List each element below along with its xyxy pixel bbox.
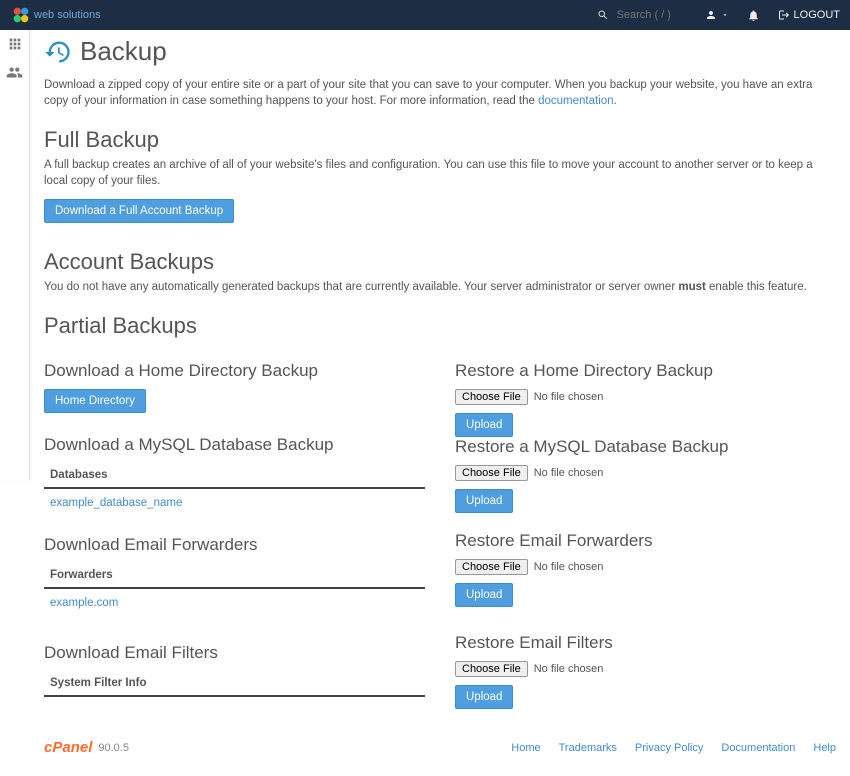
rs-mysql-choose-file[interactable]: Choose File [455,465,528,481]
user-menu[interactable] [705,9,729,21]
dl-filters-heading: Download Email Filters [44,643,425,663]
footer-link-help[interactable]: Help [813,742,836,754]
rail-users-button[interactable] [6,64,23,81]
logout-button[interactable]: LOGOUT [778,9,840,21]
logo-text: web solutions [34,9,101,21]
footer-link-trademarks[interactable]: Trademarks [559,742,617,754]
rs-mysql-nofile: No file chosen [534,467,604,479]
database-link[interactable]: example_database_name [50,497,182,509]
search-input[interactable] [617,9,687,21]
rs-home-heading: Restore a Home Directory Backup [455,361,836,381]
filters-th: System Filter Info [44,671,425,697]
account-backups-heading: Account Backups [44,249,836,275]
topbar: web solutions LOGOUT [0,0,850,30]
footer-link-privacy[interactable]: Privacy Policy [635,742,703,754]
backup-icon [44,38,72,66]
rs-flt-choose-file[interactable]: Choose File [455,661,528,677]
dl-home-heading: Download a Home Directory Backup [44,361,425,381]
rail-apps-button[interactable] [7,36,23,52]
intro-text: Download a zipped copy of your entire si… [44,77,836,109]
dl-home-button[interactable]: Home Directory [44,389,146,413]
search-box[interactable] [597,9,687,21]
forwarder-row: example.com [44,589,425,617]
brand-logo[interactable]: web solutions [10,0,101,30]
user-icon [705,9,717,21]
database-row: example_database_name [44,489,425,517]
main-content: Backup Download a zipped copy of your en… [30,30,850,729]
dl-mysql-heading: Download a MySQL Database Backup [44,435,425,455]
footer-version: 90.0.5 [98,742,129,754]
grid-icon [7,36,23,52]
page-title: Backup [44,36,836,67]
download-column: Download a Home Directory Backup Home Di… [44,347,425,709]
logo-icon [10,4,32,26]
rs-fwd-choose-file[interactable]: Choose File [455,559,528,575]
bell-icon [747,9,760,22]
forwarder-link[interactable]: example.com [50,597,118,609]
users-icon [6,64,23,81]
page-title-text: Backup [80,36,167,67]
chevron-down-icon [721,11,729,19]
rs-flt-heading: Restore Email Filters [455,633,836,653]
rs-fwd-upload-button[interactable]: Upload [455,583,513,607]
rs-home-choose-file[interactable]: Choose File [455,389,528,405]
rs-fwd-heading: Restore Email Forwarders [455,531,836,551]
rs-home-nofile: No file chosen [534,391,604,403]
dl-fwd-heading: Download Email Forwarders [44,535,425,555]
logout-label: LOGOUT [794,9,840,21]
logout-icon [778,9,790,21]
rs-mysql-upload-button[interactable]: Upload [455,489,513,513]
download-full-backup-button[interactable]: Download a Full Account Backup [44,199,234,223]
full-backup-desc: A full backup creates an archive of all … [44,157,836,189]
restore-column: Restore a Home Directory Backup Choose F… [455,347,836,709]
documentation-link[interactable]: documentation [538,95,613,107]
account-backups-desc: You do not have any automatically genera… [44,279,836,295]
footer: cPanel 90.0.5 Home Trademarks Privacy Po… [30,729,850,776]
search-icon [597,9,609,21]
rs-fwd-nofile: No file chosen [534,561,604,573]
footer-link-home[interactable]: Home [511,742,540,754]
rs-flt-nofile: No file chosen [534,663,604,675]
forwarders-th: Forwarders [44,563,425,589]
partial-backups-heading: Partial Backups [44,313,836,339]
footer-link-docs[interactable]: Documentation [721,742,795,754]
side-rail [0,30,30,480]
rs-home-upload-button[interactable]: Upload [455,413,513,437]
footer-brand: cPanel [44,739,92,756]
rs-flt-upload-button[interactable]: Upload [455,685,513,709]
full-backup-heading: Full Backup [44,127,836,153]
databases-th: Databases [44,463,425,489]
notifications-button[interactable] [747,9,760,22]
rs-mysql-heading: Restore a MySQL Database Backup [455,437,836,457]
